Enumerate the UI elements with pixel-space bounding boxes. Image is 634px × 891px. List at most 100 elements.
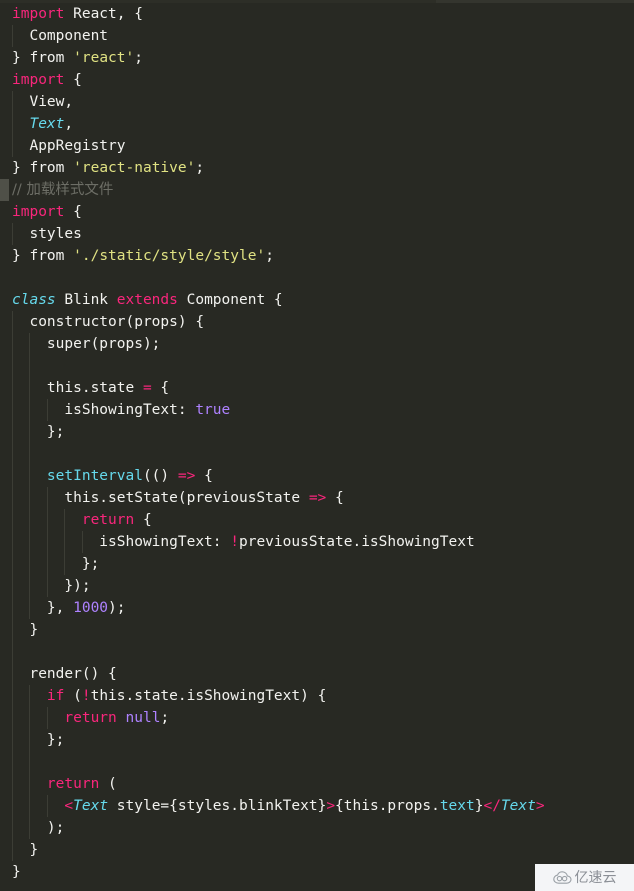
- code-line[interactable]: [0, 355, 634, 377]
- code-token: constructor(props) {: [12, 314, 205, 330]
- code-token: styles.blinkText: [177, 798, 318, 814]
- code-token: class: [12, 292, 56, 308]
- code-line[interactable]: render() {: [0, 663, 634, 685]
- code-line[interactable]: [0, 267, 634, 289]
- code-token: this.setState(previousState: [12, 490, 309, 506]
- indent-guide: [12, 487, 13, 509]
- code-line[interactable]: return (: [0, 773, 634, 795]
- code-token: return: [46, 776, 100, 792]
- indent-guide: [29, 399, 31, 421]
- code-line[interactable]: );: [0, 817, 634, 839]
- code-line[interactable]: this.setState(previousState => {: [0, 487, 634, 509]
- code-token: render() {: [12, 666, 117, 682]
- code-line[interactable]: [0, 751, 634, 773]
- indent-guide: [46, 795, 48, 817]
- indent-guide: [46, 487, 48, 509]
- code-token: from: [29, 50, 65, 66]
- code-token: }: [12, 622, 39, 638]
- code-lines-container[interactable]: import React, { Component} from 'react';…: [0, 3, 634, 883]
- code-token: './static/style/style': [73, 248, 266, 264]
- code-token: this.state.isShowingText) {: [90, 688, 327, 704]
- code-line[interactable]: });: [0, 575, 634, 597]
- code-line[interactable]: [0, 641, 634, 663]
- code-token: isShowingText:: [12, 534, 231, 550]
- indent-guide: [64, 509, 66, 531]
- indent-guide: [12, 531, 13, 553]
- code-line[interactable]: import React, {: [0, 3, 634, 25]
- code-line[interactable]: }: [0, 619, 634, 641]
- code-token: super(props);: [12, 336, 161, 352]
- code-line[interactable]: this.state = {: [0, 377, 634, 399]
- code-line[interactable]: Text,: [0, 113, 634, 135]
- indent-guide: [46, 575, 48, 597]
- code-token: Component {: [177, 292, 283, 308]
- indent-guide: [64, 553, 66, 575]
- code-line[interactable]: AppRegistry: [0, 135, 634, 157]
- indent-guide: [12, 443, 13, 465]
- code-token: }: [12, 160, 30, 176]
- code-token: ;: [265, 248, 274, 264]
- indent-guide: [12, 641, 13, 663]
- indent-guide: [46, 531, 48, 553]
- code-line[interactable]: View,: [0, 91, 634, 113]
- code-token: import: [12, 6, 65, 22]
- code-editor-pane[interactable]: import React, { Component} from 'react';…: [0, 0, 634, 891]
- code-token: =>: [177, 468, 196, 484]
- code-line[interactable]: };: [0, 553, 634, 575]
- code-line[interactable]: // 加载样式文件: [0, 179, 634, 201]
- code-line[interactable]: [0, 443, 634, 465]
- code-token: // 加载样式文件: [12, 182, 114, 198]
- code-line[interactable]: import {: [0, 69, 634, 91]
- code-token: {: [195, 468, 213, 484]
- indent-guide: [64, 531, 66, 553]
- code-line[interactable]: return {: [0, 509, 634, 531]
- code-token: text: [439, 798, 475, 814]
- code-line[interactable]: Component: [0, 25, 634, 47]
- code-token: !: [81, 688, 91, 704]
- indent-guide: [29, 685, 31, 707]
- code-line[interactable]: };: [0, 421, 634, 443]
- code-line[interactable]: constructor(props) {: [0, 311, 634, 333]
- indent-guide: [29, 509, 31, 531]
- code-token: </: [483, 798, 501, 814]
- code-token: (: [99, 776, 117, 792]
- indent-guide: [81, 531, 83, 553]
- code-line[interactable]: } from './static/style/style';: [0, 245, 634, 267]
- code-token: };: [12, 556, 100, 572]
- code-line[interactable]: return null;: [0, 707, 634, 729]
- code-token: Text: [73, 798, 109, 814]
- indent-guide: [12, 751, 13, 773]
- code-line[interactable]: }: [0, 839, 634, 861]
- indent-guide: [29, 465, 31, 487]
- code-token: null: [125, 710, 161, 726]
- indent-guide: [46, 553, 48, 575]
- code-line[interactable]: isShowingText: !previousState.isShowingT…: [0, 531, 634, 553]
- indent-guide: [12, 399, 13, 421]
- code-line[interactable]: isShowingText: true: [0, 399, 634, 421]
- code-line[interactable]: if (!this.state.isShowingText) {: [0, 685, 634, 707]
- code-line[interactable]: }, 1000);: [0, 597, 634, 619]
- indent-guide: [12, 355, 13, 377]
- code-token: this.state: [12, 380, 143, 396]
- indent-guide: [12, 597, 13, 619]
- code-line[interactable]: styles: [0, 223, 634, 245]
- code-line[interactable]: class Blink extends Component {: [0, 289, 634, 311]
- code-line[interactable]: };: [0, 729, 634, 751]
- indent-guide: [12, 575, 13, 597]
- indent-guide: [29, 575, 31, 597]
- code-line[interactable]: } from 'react-native';: [0, 157, 634, 179]
- code-line[interactable]: <Text style={styles.blinkText}>{this.pro…: [0, 795, 634, 817]
- indent-guide: [12, 91, 13, 113]
- indent-guide: [12, 553, 13, 575]
- code-token: }: [12, 50, 30, 66]
- indent-guide: [12, 421, 13, 443]
- code-line[interactable]: setInterval(() => {: [0, 465, 634, 487]
- code-line[interactable]: } from 'react';: [0, 47, 634, 69]
- code-token: =>: [308, 490, 327, 506]
- code-line[interactable]: import {: [0, 201, 634, 223]
- code-token: AppRegistry: [12, 138, 126, 154]
- code-line[interactable]: super(props);: [0, 333, 634, 355]
